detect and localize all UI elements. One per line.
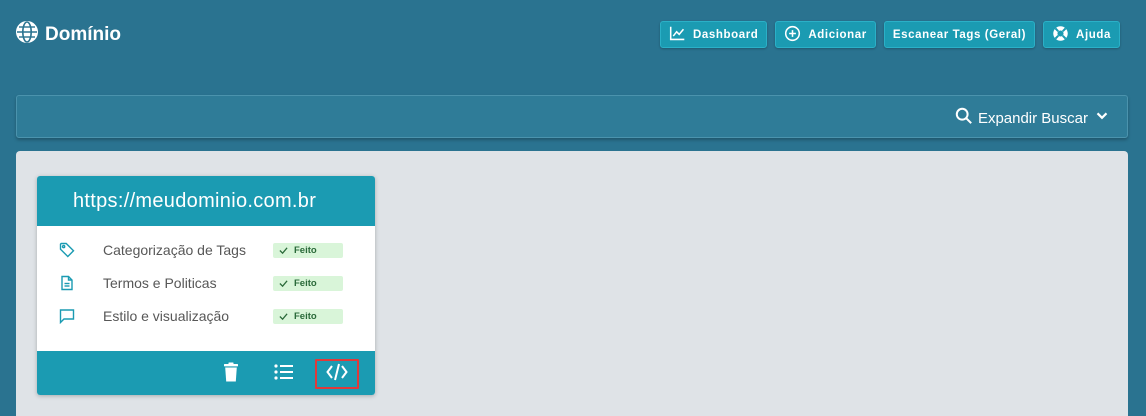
code-button[interactable] xyxy=(315,359,359,389)
list-item: Estilo e visualização Feito xyxy=(37,300,375,333)
list-view-button[interactable] xyxy=(262,359,306,389)
top-header: Domínio Dashboard Adicionar Escanear Tag… xyxy=(0,0,1146,72)
globe-icon xyxy=(15,20,39,50)
status-text: Feito xyxy=(294,245,317,256)
code-icon xyxy=(326,361,348,388)
dashboard-label: Dashboard xyxy=(692,28,759,41)
status-text: Feito xyxy=(294,311,317,322)
delete-button[interactable] xyxy=(209,359,253,389)
brand: Domínio xyxy=(15,20,121,50)
plus-circle-icon xyxy=(784,25,801,45)
dashboard-button[interactable]: Dashboard xyxy=(659,21,768,48)
lifebuoy-icon xyxy=(1052,25,1069,45)
page-title: Domínio xyxy=(45,24,121,45)
scan-tags-button[interactable]: Escanear Tags (Geral) xyxy=(883,21,1036,48)
search-icon xyxy=(955,107,973,129)
add-label: Adicionar xyxy=(808,28,867,41)
status-badge: Feito xyxy=(273,243,343,258)
chat-icon xyxy=(59,308,75,325)
domain-card: https://meudominio.com.br Categorização … xyxy=(37,176,375,395)
card-footer xyxy=(37,351,375,395)
tag-icon xyxy=(59,242,75,258)
card-header: https://meudominio.com.br xyxy=(37,176,375,226)
chart-line-icon xyxy=(669,25,686,45)
status-badge: Feito xyxy=(273,309,343,324)
status-badge: Feito xyxy=(273,276,343,291)
search-bar: Expandir Buscar xyxy=(16,95,1128,138)
help-label: Ajuda xyxy=(1076,28,1111,41)
item-label: Estilo e visualização xyxy=(103,308,230,324)
check-list: Categorização de Tags Feito Termos e Pol… xyxy=(37,234,375,333)
list-icon xyxy=(273,361,295,388)
chevron-down-icon xyxy=(1093,107,1111,129)
list-item: Categorização de Tags Feito xyxy=(37,234,375,267)
scan-tags-label: Escanear Tags (Geral) xyxy=(892,28,1027,41)
add-button[interactable]: Adicionar xyxy=(775,21,876,48)
check-icon xyxy=(279,247,288,255)
check-icon xyxy=(279,313,288,321)
header-actions: Dashboard Adicionar Escanear Tags (Geral… xyxy=(659,21,1120,48)
expand-search-toggle[interactable]: Expandir Buscar xyxy=(955,107,1111,129)
domain-url: https://meudominio.com.br xyxy=(73,189,317,212)
item-label: Categorização de Tags xyxy=(103,242,246,258)
item-label: Termos e Politicas xyxy=(103,275,217,291)
content-panel: https://meudominio.com.br Categorização … xyxy=(16,151,1128,416)
list-item: Termos e Politicas Feito xyxy=(37,267,375,300)
document-icon xyxy=(59,275,75,291)
check-icon xyxy=(279,280,288,288)
status-text: Feito xyxy=(294,278,317,289)
help-button[interactable]: Ajuda xyxy=(1043,21,1120,48)
expand-search-label: Expandir Buscar xyxy=(977,109,1088,127)
trash-icon xyxy=(220,361,242,388)
